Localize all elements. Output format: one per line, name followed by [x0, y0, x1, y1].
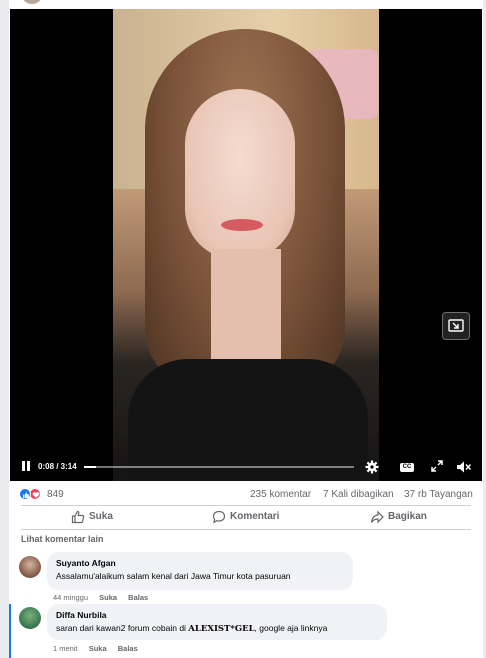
video-scrubber[interactable]: [84, 466, 354, 468]
comment-icon: [212, 510, 226, 524]
comment-text-end: , google aja linknya: [254, 623, 328, 633]
video-controls: 0:08 / 3:14 CC: [10, 453, 482, 481]
comment-bubble: Suyanto Afgan Assalamu'alaikum salam ken…: [47, 552, 353, 590]
comment-meta: 1 menit Suka Balas: [53, 644, 147, 653]
commenter-avatar[interactable]: [19, 556, 41, 578]
like-button-label: Suka: [89, 511, 113, 522]
like-reaction-icon: [19, 488, 31, 500]
comment-text: saran dari kawan2 forum cobain di ALEXIS…: [56, 623, 378, 634]
comment-author[interactable]: Diffa Nurbila: [56, 610, 378, 620]
comment-time[interactable]: 1 menit: [53, 644, 78, 653]
comment-reply-link[interactable]: Balas: [128, 593, 148, 602]
thumbs-up-icon: [71, 510, 85, 524]
comment-item: Diffa Nurbila saran dari kawan2 forum co…: [9, 604, 483, 658]
comment-bubble: Diffa Nurbila saran dari kawan2 forum co…: [47, 604, 387, 640]
reaction-icons[interactable]: [19, 488, 45, 500]
comment-reply-link[interactable]: Balas: [118, 644, 138, 653]
post-stats: 849 235 komentar 7 Kali dibagikan 37 rb …: [9, 481, 483, 505]
share-arrow-icon: [370, 510, 384, 524]
video-time: 0:08 / 3:14: [38, 462, 77, 471]
comment-text: Assalamu'alaikum salam kenal dari Jawa T…: [56, 571, 291, 581]
views-count: 37 rb Tayangan: [404, 489, 473, 500]
settings-gear-icon[interactable]: [365, 460, 379, 474]
comment-like-link[interactable]: Suka: [99, 593, 117, 602]
comments-count[interactable]: 235 komentar: [250, 489, 311, 500]
divider: [21, 529, 471, 530]
reactions-count[interactable]: 849: [47, 489, 64, 500]
view-more-comments-link[interactable]: Lihat komentar lain: [21, 534, 104, 544]
closed-captions-icon[interactable]: CC: [400, 463, 414, 472]
post-actions: Suka Komentari Bagikan: [9, 506, 483, 528]
comment-like-link[interactable]: Suka: [89, 644, 107, 653]
expand-icon[interactable]: [431, 460, 443, 474]
comment-item: Suyanto Afgan Assalamu'alaikum salam ken…: [9, 552, 483, 607]
video-progress-fill: [84, 466, 96, 468]
poster-avatar[interactable]: [23, 0, 41, 4]
share-button-label: Bagikan: [388, 511, 427, 522]
post-header-strip: [9, 0, 483, 9]
commenter-avatar[interactable]: [19, 607, 41, 629]
comment-text-start: saran dari kawan2 forum cobain di: [56, 623, 189, 633]
video-player[interactable]: 0:08 / 3:14 CC: [10, 9, 482, 481]
video-frame: [113, 9, 379, 481]
new-comment-indicator: [9, 604, 11, 658]
pause-icon[interactable]: [22, 460, 30, 474]
comment-meta: 44 minggu Suka Balas: [53, 593, 157, 602]
comment-time[interactable]: 44 minggu: [53, 593, 88, 602]
mute-icon[interactable]: [456, 460, 472, 474]
picture-in-picture-icon[interactable]: [442, 312, 470, 340]
comment-author[interactable]: Suyanto Afgan: [56, 558, 344, 568]
comment-button-label: Komentari: [230, 511, 280, 522]
video-post-card: 0:08 / 3:14 CC 849 235 komentar 7 Kali d…: [9, 0, 483, 658]
shares-count[interactable]: 7 Kali dibagikan: [323, 489, 394, 500]
comment-text-highlight: ALEXIST*GEL: [188, 624, 255, 634]
